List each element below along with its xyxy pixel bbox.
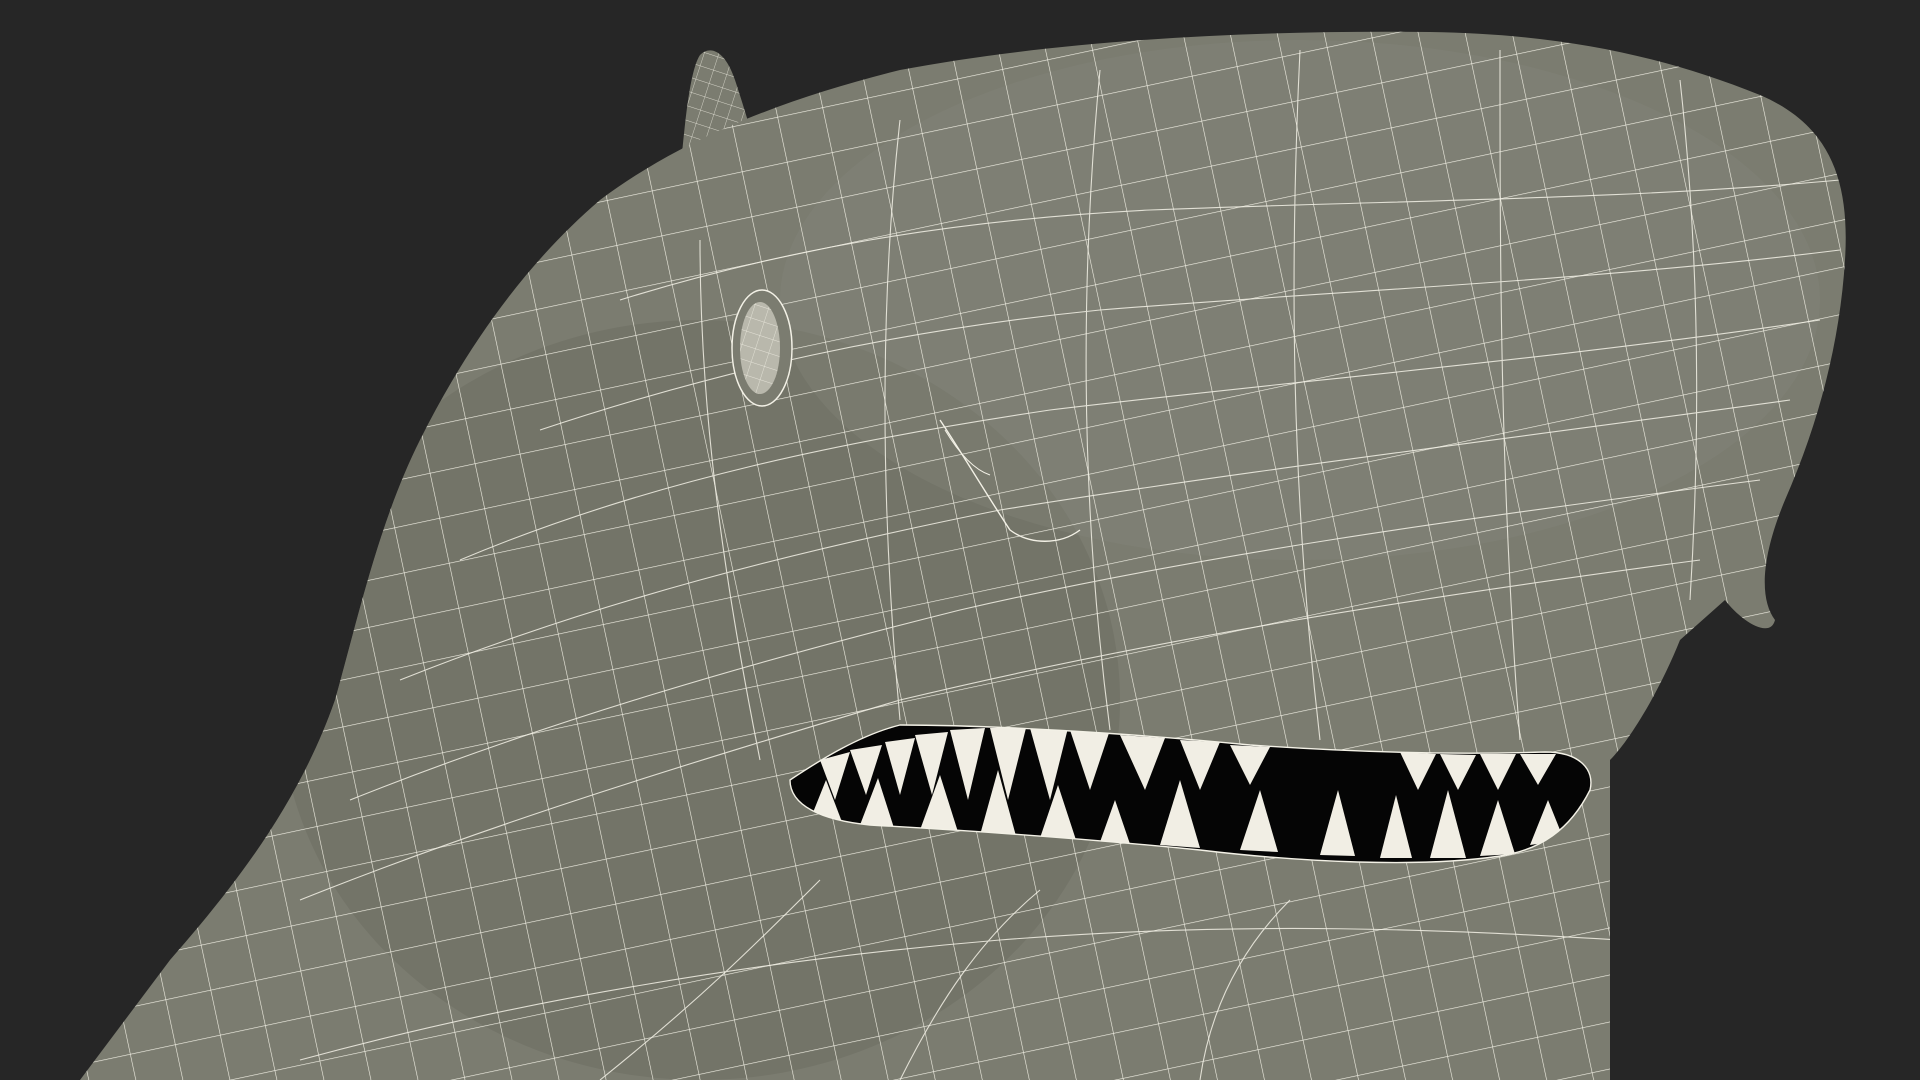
shark-head <box>80 31 1846 1080</box>
shark-wireframe-render <box>80 31 1846 1080</box>
eye <box>731 289 793 407</box>
3d-viewport[interactable] <box>0 0 1920 1080</box>
